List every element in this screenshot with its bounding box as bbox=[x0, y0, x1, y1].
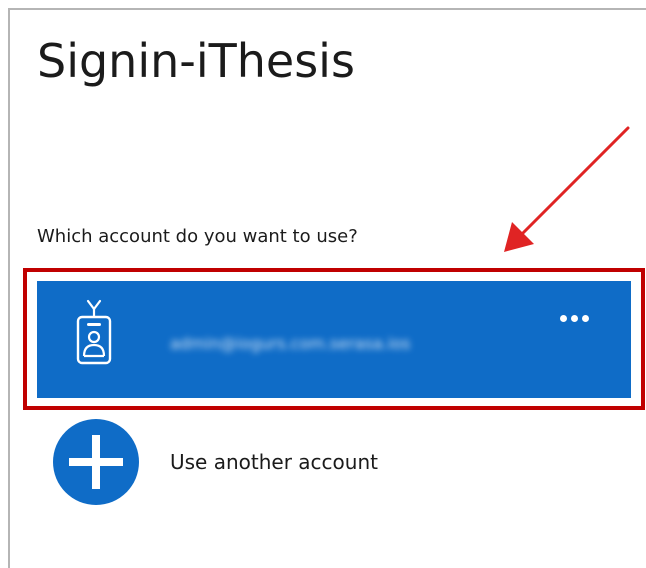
annotation-arrow-icon bbox=[504, 126, 630, 252]
account-prompt: Which account do you want to use? bbox=[37, 226, 358, 247]
page-title: Signin-iThesis bbox=[37, 34, 355, 88]
plus-circle-icon bbox=[53, 419, 139, 505]
highlight-annotation bbox=[23, 268, 645, 410]
use-another-account-label: Use another account bbox=[170, 450, 378, 474]
